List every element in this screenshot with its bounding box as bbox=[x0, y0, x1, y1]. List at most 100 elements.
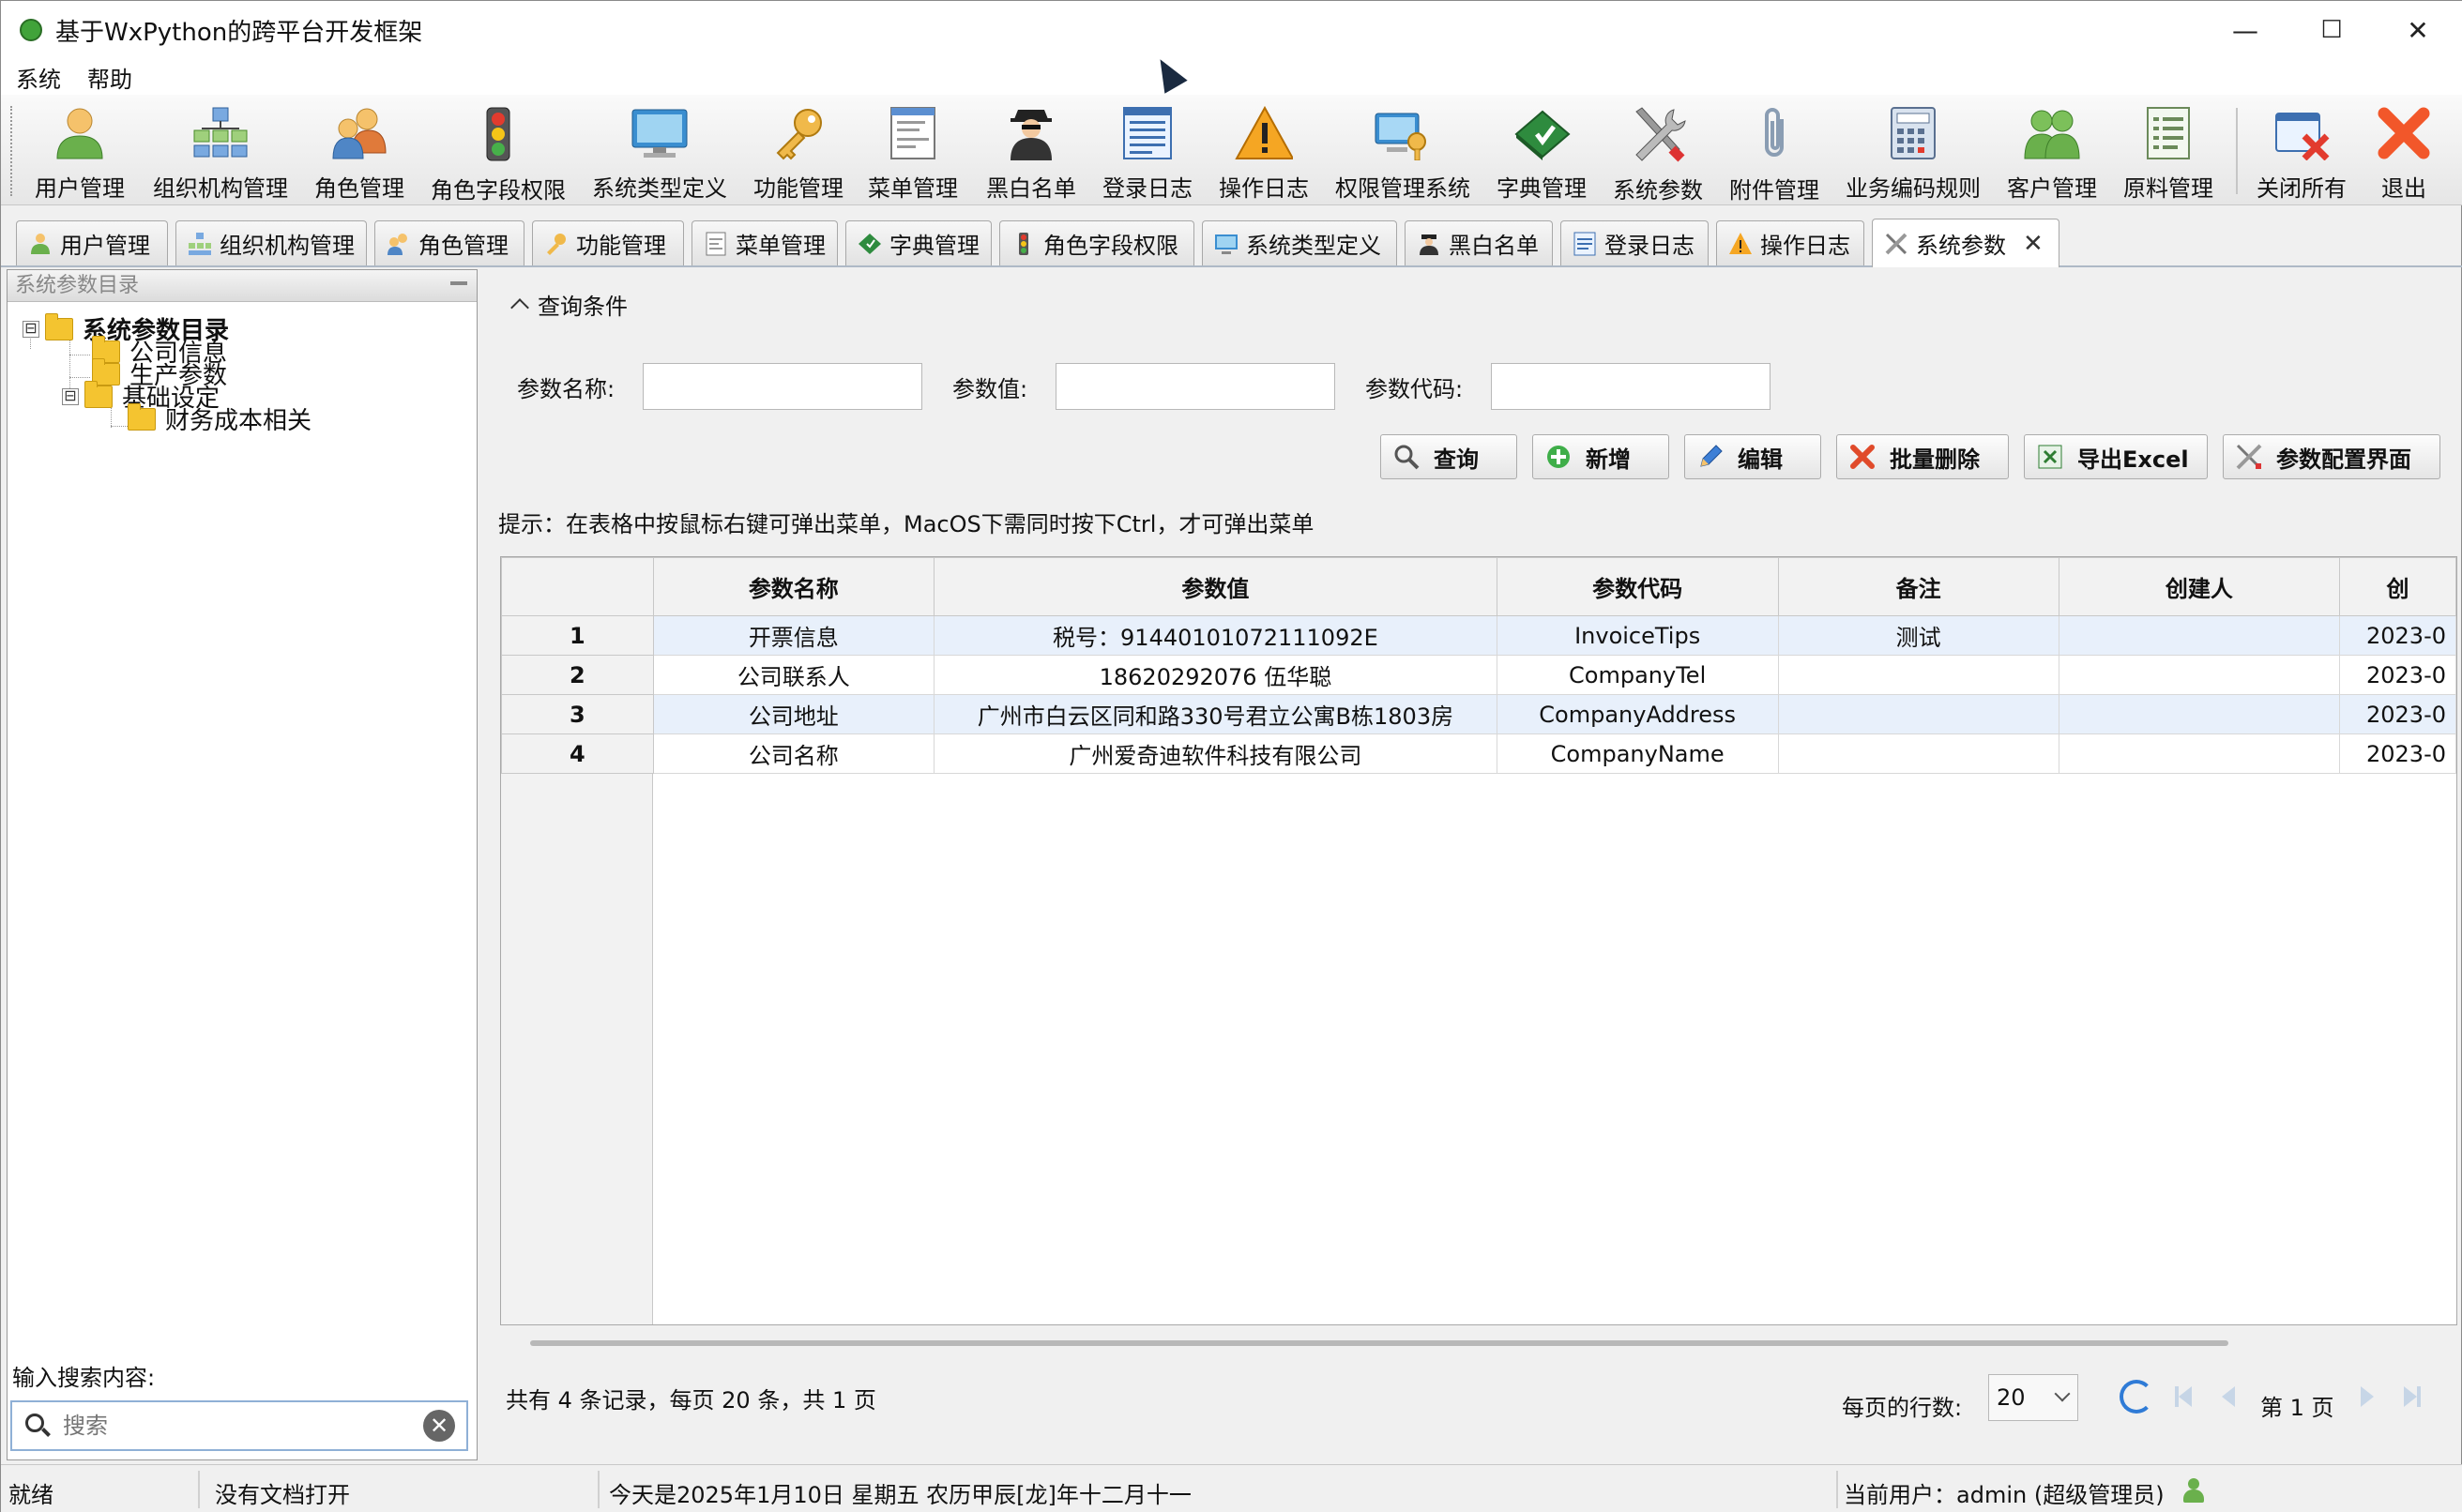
tab-login-log[interactable]: 登录日志 bbox=[1560, 220, 1709, 265]
table-row[interactable]: 1 开票信息 税号：91440101072111092E InvoiceTips… bbox=[501, 615, 2456, 656]
tab-function-management[interactable]: 功能管理 bbox=[532, 220, 684, 265]
param-name-input[interactable] bbox=[643, 363, 922, 410]
cell-remark[interactable] bbox=[1777, 655, 2059, 695]
toolbar-business-code-rules[interactable]: 业务编码规则 bbox=[1846, 102, 1981, 202]
tab-system-type[interactable]: 系统类型定义 bbox=[1202, 220, 1397, 265]
row-number[interactable]: 3 bbox=[501, 694, 654, 734]
batch-delete-button[interactable]: 批量删除 bbox=[1836, 434, 2009, 479]
cell-remark[interactable] bbox=[1777, 733, 2059, 774]
col-header-created-time[interactable]: 创 bbox=[2338, 557, 2456, 616]
param-code-input[interactable] bbox=[1491, 363, 1771, 410]
tab-user-management[interactable]: 用户管理 bbox=[16, 220, 168, 265]
cell-param-code[interactable]: InvoiceTips bbox=[1496, 615, 1779, 656]
toolbar-permission-system[interactable]: 权限管理系统 bbox=[1335, 102, 1470, 202]
toolbar-system-type[interactable]: 系统类型定义 bbox=[592, 102, 727, 202]
row-number[interactable]: 2 bbox=[501, 655, 654, 695]
tab-operation-log[interactable]: 操作日志 bbox=[1716, 220, 1864, 265]
col-header-param-value[interactable]: 参数值 bbox=[934, 557, 1497, 616]
cell-param-code[interactable]: CompanyName bbox=[1496, 733, 1779, 774]
tab-role-management[interactable]: 角色管理 bbox=[374, 220, 524, 265]
tab-org-management[interactable]: 组织机构管理 bbox=[175, 220, 367, 265]
tree-node-finance-cost[interactable]: 财务成本相关 bbox=[128, 401, 312, 436]
refresh-button[interactable] bbox=[2118, 1378, 2155, 1415]
cell-creator[interactable] bbox=[2058, 615, 2340, 656]
toolbar-operation-log[interactable]: 操作日志 bbox=[1219, 102, 1309, 202]
tab-blacklist[interactable]: 黑白名单 bbox=[1405, 220, 1553, 265]
query-section-toggle[interactable]: 查询条件 bbox=[508, 288, 628, 321]
tab-role-field-permission[interactable]: 角色字段权限 bbox=[999, 220, 1194, 265]
first-page-button[interactable] bbox=[2165, 1378, 2202, 1415]
add-button[interactable]: 新增 bbox=[1532, 434, 1669, 479]
toolbar-blacklist[interactable]: 黑白名单 bbox=[986, 102, 1076, 202]
cell-param-name[interactable]: 公司联系人 bbox=[652, 655, 935, 695]
minimize-panel-icon[interactable] bbox=[450, 281, 467, 285]
cell-created-time[interactable]: 2023-0 bbox=[2338, 733, 2456, 774]
cell-creator[interactable] bbox=[2058, 694, 2340, 734]
col-header-creator[interactable]: 创建人 bbox=[2058, 557, 2340, 616]
table-row[interactable]: 4 公司名称 广州爱奇迪软件科技有限公司 CompanyName 2023-0 bbox=[501, 733, 2456, 774]
prev-page-button[interactable] bbox=[2210, 1378, 2247, 1415]
edit-button[interactable]: 编辑 bbox=[1684, 434, 1821, 479]
toolbar-role-field-permission[interactable]: 角色字段权限 bbox=[431, 102, 566, 204]
clear-search-icon[interactable]: ✕ bbox=[423, 1410, 455, 1442]
toolbar-login-log[interactable]: 登录日志 bbox=[1102, 102, 1193, 202]
toolbar-system-params[interactable]: 系统参数 bbox=[1613, 102, 1703, 204]
cell-param-value[interactable]: 广州市白云区同和路330号君立公寓B栋1803房 bbox=[934, 694, 1497, 734]
cell-param-value[interactable]: 广州爱奇迪软件科技有限公司 bbox=[934, 733, 1497, 774]
menu-system[interactable]: 系统 bbox=[16, 61, 61, 94]
cell-param-code[interactable]: CompanyTel bbox=[1496, 655, 1779, 695]
menu-help[interactable]: 帮助 bbox=[87, 61, 132, 94]
param-value-input[interactable] bbox=[1056, 363, 1335, 410]
corner-header[interactable] bbox=[501, 557, 654, 616]
tree-search-input[interactable] bbox=[63, 1413, 401, 1439]
toolbar-role-management[interactable]: 角色管理 bbox=[314, 102, 404, 202]
query-button[interactable]: 查询 bbox=[1380, 434, 1517, 479]
title-bar[interactable]: 基于WxPython的跨平台开发框架 — ☐ ✕ bbox=[1, 1, 2462, 59]
close-button[interactable]: ✕ bbox=[2375, 1, 2461, 59]
cell-param-name[interactable]: 公司地址 bbox=[652, 694, 935, 734]
tab-system-params[interactable]: 系统参数 ✕ bbox=[1872, 219, 2059, 267]
last-page-button[interactable] bbox=[2394, 1378, 2431, 1415]
collapse-icon[interactable]: ⊟ bbox=[23, 320, 39, 338]
toolbar-menu-management[interactable]: 菜单管理 bbox=[868, 102, 958, 202]
param-config-button[interactable]: 参数配置界面 bbox=[2223, 434, 2440, 479]
cell-param-value[interactable]: 18620292076 伍华聪 bbox=[934, 655, 1497, 695]
table-row[interactable]: 3 公司地址 广州市白云区同和路330号君立公寓B栋1803房 CompanyA… bbox=[501, 694, 2456, 734]
cell-param-name[interactable]: 开票信息 bbox=[652, 615, 935, 656]
collapse-icon[interactable]: ⊟ bbox=[62, 387, 79, 405]
table-row[interactable]: 2 公司联系人 18620292076 伍华聪 CompanyTel 2023-… bbox=[501, 655, 2456, 695]
cell-remark[interactable]: 测试 bbox=[1777, 615, 2059, 656]
page-size-select[interactable]: 20 bbox=[1988, 1374, 2078, 1421]
cell-param-value[interactable]: 税号：91440101072111092E bbox=[934, 615, 1497, 656]
maximize-button[interactable]: ☐ bbox=[2288, 1, 2375, 59]
tab-close-icon[interactable]: ✕ bbox=[2023, 230, 2044, 258]
toolbar-function-management[interactable]: 功能管理 bbox=[753, 102, 843, 202]
toolbar-close-all[interactable]: 关闭所有 bbox=[2257, 102, 2347, 202]
next-page-button[interactable] bbox=[2348, 1378, 2386, 1415]
cell-param-code[interactable]: CompanyAddress bbox=[1496, 694, 1779, 734]
cell-creator[interactable] bbox=[2058, 655, 2340, 695]
toolbar-grip[interactable] bbox=[10, 106, 14, 196]
tab-menu-management[interactable]: 菜单管理 bbox=[691, 220, 838, 265]
cell-param-name[interactable]: 公司名称 bbox=[652, 733, 935, 774]
col-header-param-code[interactable]: 参数代码 bbox=[1496, 557, 1779, 616]
cell-created-time[interactable]: 2023-0 bbox=[2338, 615, 2456, 656]
panel-splitter[interactable] bbox=[479, 269, 493, 1460]
cell-created-time[interactable]: 2023-0 bbox=[2338, 694, 2456, 734]
toolbar-dictionary[interactable]: 字典管理 bbox=[1497, 102, 1587, 202]
cell-created-time[interactable]: 2023-0 bbox=[2338, 655, 2456, 695]
toolbar-attachments[interactable]: 附件管理 bbox=[1729, 102, 1819, 204]
col-header-param-name[interactable]: 参数名称 bbox=[652, 557, 935, 616]
row-number[interactable]: 1 bbox=[501, 615, 654, 656]
cell-remark[interactable] bbox=[1777, 694, 2059, 734]
toolbar-customer-management[interactable]: 客户管理 bbox=[2007, 102, 2097, 202]
col-header-remark[interactable]: 备注 bbox=[1777, 557, 2059, 616]
toolbar-materials-management[interactable]: 原料管理 bbox=[2123, 102, 2213, 202]
export-excel-button[interactable]: 导出Excel bbox=[2024, 434, 2208, 479]
toolbar-org-management[interactable]: 组织机构管理 bbox=[153, 102, 288, 202]
tab-dictionary[interactable]: 字典管理 bbox=[845, 220, 992, 265]
cell-creator[interactable] bbox=[2058, 733, 2340, 774]
toolbar-user-management[interactable]: 用户管理 bbox=[35, 102, 125, 202]
row-number[interactable]: 4 bbox=[501, 733, 654, 774]
toolbar-exit[interactable]: 退出 bbox=[2375, 102, 2433, 202]
